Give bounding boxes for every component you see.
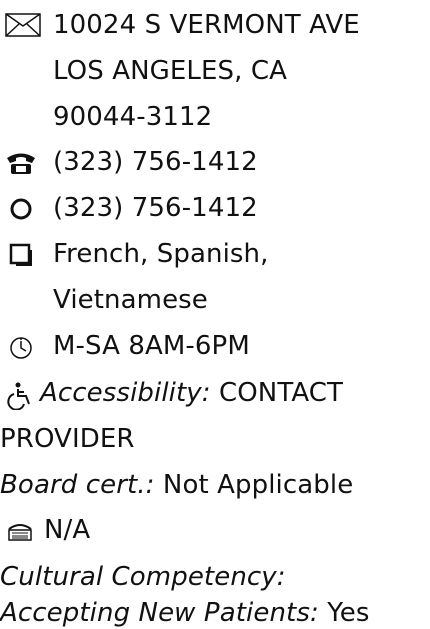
address-line-1: 10024 S VERMONT AVE: [53, 10, 360, 40]
accepting-new-patients-value: Yes: [327, 598, 370, 628]
wheelchair-icon: [7, 382, 30, 410]
clock-icon: [10, 337, 32, 359]
accepting-new-patients-label: Accepting New Patients:: [0, 598, 319, 628]
accessibility-label: Accessibility:: [40, 378, 211, 408]
phone-number[interactable]: (323) 756-1412: [53, 146, 258, 178]
accepting-new-patients-row: Accepting New Patients: Yes: [0, 597, 369, 629]
circle-icon: [10, 198, 32, 220]
fax-icon: [8, 524, 32, 541]
telephone-icon: [7, 153, 35, 174]
square-icon: [9, 243, 32, 266]
mail-icon: [5, 13, 41, 37]
board-cert-label: Board cert.:: [0, 470, 155, 500]
fax-number: N/A: [44, 515, 91, 545]
accessibility-value-line-2: PROVIDER: [0, 424, 135, 454]
languages-line-2: Vietnamese: [53, 285, 208, 315]
address-line-2: LOS ANGELES, CA: [53, 56, 287, 86]
languages-line-1: French, Spanish,: [53, 239, 269, 269]
cultural-competency-label: Cultural Competency:: [0, 562, 286, 592]
office-hours: M-SA 8AM-6PM: [53, 331, 250, 361]
board-cert-value: Not Applicable: [162, 470, 354, 500]
board-cert-row: Board cert.: Not Applicable: [0, 469, 353, 501]
accessibility-value-line-1: CONTACT: [218, 378, 343, 408]
provider-details-card: 10024 S VERMONT AVE LOS ANGELES, CA 9004…: [0, 0, 430, 628]
address-line-3: 90044-3112: [53, 102, 213, 132]
alternate-phone-number[interactable]: (323) 756-1412: [53, 192, 258, 224]
